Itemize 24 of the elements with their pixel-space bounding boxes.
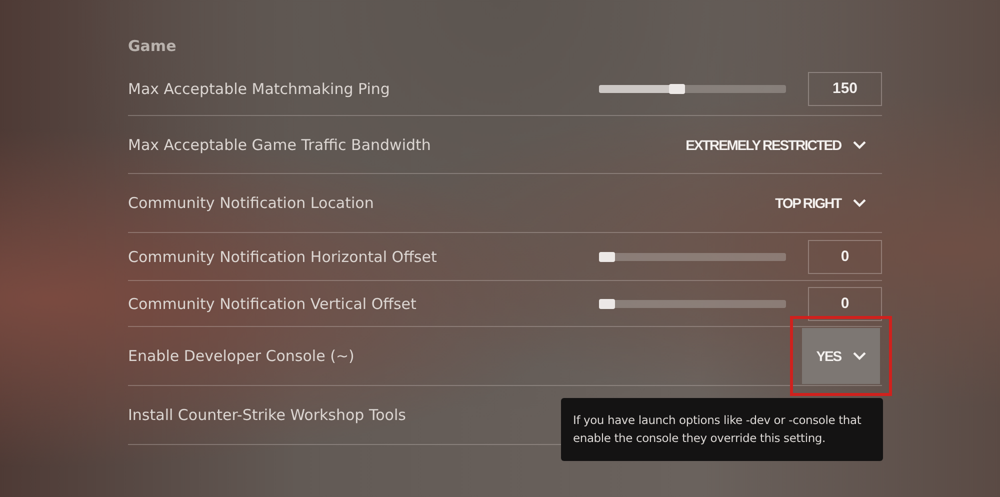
setting-label: Community Notification Horizontal Offset xyxy=(128,248,437,266)
chevron-down-icon xyxy=(853,140,866,148)
tooltip: If you have launch options like -dev or -console that enable the console they override this setting. xyxy=(561,398,883,461)
chevron-down-icon xyxy=(853,352,866,360)
dropdown[interactable]: EXTREMELY RESTRICTED xyxy=(686,130,882,160)
section-title: Game xyxy=(128,36,178,57)
value-field[interactable]: 0 xyxy=(808,286,882,320)
setting-label: Install Counter-Strike Workshop Tools xyxy=(128,406,406,424)
slider-thumb[interactable] xyxy=(669,84,686,94)
slider-track[interactable] xyxy=(599,252,786,260)
value-field[interactable]: 0 xyxy=(808,240,882,274)
chevron-down-icon xyxy=(853,199,866,207)
dropdown[interactable]: YES xyxy=(802,328,880,384)
setting-label: Enable Developer Console (~) xyxy=(128,347,354,365)
setting-label: Max Acceptable Game Traffic Bandwidth xyxy=(128,136,431,154)
dropdown[interactable]: TOP RIGHT xyxy=(775,188,882,218)
slider-track[interactable] xyxy=(599,300,786,308)
setting-label: Community Notification Vertical Offset xyxy=(128,294,416,312)
setting-label: Community Notification Location xyxy=(128,194,374,212)
setting-label: Max Acceptable Matchmaking Ping xyxy=(128,80,390,98)
value-field[interactable]: 150 xyxy=(808,72,882,106)
slider-thumb[interactable] xyxy=(599,252,615,262)
slider-track[interactable] xyxy=(599,84,786,92)
slider-thumb[interactable] xyxy=(599,298,615,308)
